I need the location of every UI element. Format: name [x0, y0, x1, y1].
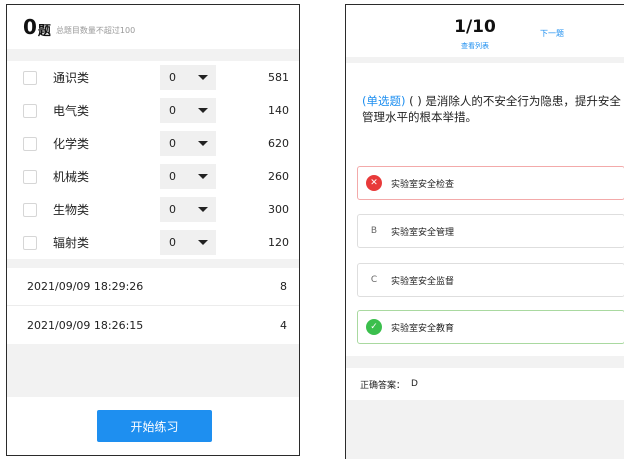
quantity-select[interactable]: 0 — [160, 65, 216, 90]
option-d[interactable]: ✓ 实验室安全教育 — [357, 310, 624, 344]
question-type: (单选题) — [362, 94, 406, 108]
category-total: 581 — [268, 71, 289, 84]
category-checkbox[interactable] — [23, 202, 37, 217]
quantity-select[interactable]: 0 — [160, 131, 216, 156]
option-text: 实验室安全检查 — [391, 179, 455, 190]
quantity-value: 0 — [169, 203, 176, 216]
question-screen: 1/10 查看列表 下一题 (单选题) ( ) 是消除人的不安全行为隐患，提升安… — [345, 4, 624, 459]
category-total: 260 — [268, 170, 289, 183]
history-time: 2021/09/09 18:26:15 — [27, 318, 144, 332]
history-row[interactable]: 2021/09/09 18:29:26 8 — [7, 268, 299, 306]
caret-down-icon — [198, 75, 208, 80]
category-name: 机械类 — [53, 170, 90, 184]
question-count: 0 — [23, 15, 37, 39]
question-count-unit: 题 — [37, 23, 51, 39]
correct-answer-row: 正确答案： D — [346, 368, 624, 400]
history-score: 4 — [280, 318, 287, 332]
category-total: 140 — [268, 104, 289, 117]
category-row: 化学类 0 620 — [7, 127, 299, 160]
option-letter: C — [370, 275, 378, 285]
question-count-header: 0 题 总题目数量不超过100 — [7, 5, 299, 49]
start-practice-button[interactable]: 开始练习 — [97, 410, 212, 442]
option-text: 实验室安全监督 — [391, 276, 455, 287]
history-list: 2021/09/09 18:29:26 8 2021/09/09 18:26:1… — [7, 268, 299, 344]
caret-down-icon — [198, 207, 208, 212]
question-header: 1/10 查看列表 下一题 — [346, 5, 624, 57]
category-name: 生物类 — [53, 203, 90, 217]
quantity-value: 0 — [169, 104, 176, 117]
quantity-select[interactable]: 0 — [160, 164, 216, 189]
quantity-select[interactable]: 0 — [160, 98, 216, 123]
option-a[interactable]: ✕ 实验室安全检查 — [357, 166, 624, 200]
category-name: 辐射类 — [53, 236, 90, 250]
category-checkbox[interactable] — [23, 235, 37, 250]
practice-setup-screen: 0 题 总题目数量不超过100 通识类 0 581 电气类 0 140 化学类 — [6, 4, 300, 456]
option-b[interactable]: B 实验室安全管理 — [357, 214, 624, 248]
close-circle-icon: ✕ — [366, 175, 382, 191]
quantity-value: 0 — [169, 137, 176, 150]
check-circle-icon: ✓ — [366, 319, 382, 335]
category-name: 化学类 — [53, 137, 90, 151]
option-text: 实验室安全管理 — [391, 227, 455, 238]
caret-down-icon — [198, 141, 208, 146]
category-row: 电气类 0 140 — [7, 94, 299, 127]
quantity-select[interactable]: 0 — [160, 197, 216, 222]
next-question-link[interactable]: 下一题 — [540, 28, 564, 39]
quantity-select[interactable]: 0 — [160, 230, 216, 255]
quantity-value: 0 — [169, 236, 176, 249]
category-row: 生物类 0 300 — [7, 193, 299, 226]
category-checkbox[interactable] — [23, 70, 37, 85]
history-row[interactable]: 2021/09/09 18:26:15 4 — [7, 306, 299, 344]
category-total: 300 — [268, 203, 289, 216]
category-total: 620 — [268, 137, 289, 150]
question-body: (单选题) ( ) 是消除人的不安全行为隐患，提升安全管理水平的根本举措。 — [346, 63, 624, 153]
view-list-link[interactable]: 查看列表 — [346, 41, 604, 51]
category-row: 通识类 0 581 — [7, 61, 299, 94]
category-row: 机械类 0 260 — [7, 160, 299, 193]
category-name: 通识类 — [53, 71, 90, 85]
category-name: 电气类 — [53, 104, 90, 118]
caret-down-icon — [198, 174, 208, 179]
history-time: 2021/09/09 18:29:26 — [27, 280, 144, 293]
category-list: 通识类 0 581 电气类 0 140 化学类 0 620 机械类 0 260 … — [7, 61, 299, 259]
quantity-value: 0 — [169, 71, 176, 84]
question-progress: 1/10 — [454, 17, 496, 37]
option-list: ✕ 实验室安全检查 B 实验室安全管理 C 实验室安全监督 ✓ 实验室安全教育 — [346, 153, 624, 356]
category-total: 120 — [268, 236, 289, 249]
option-letter: B — [370, 226, 378, 236]
question-text-block: (单选题) ( ) 是消除人的不安全行为隐患，提升安全管理水平的根本举措。 — [362, 93, 624, 125]
category-checkbox[interactable] — [23, 169, 37, 184]
category-checkbox[interactable] — [23, 136, 37, 151]
option-text: 实验室安全教育 — [391, 323, 455, 334]
caret-down-icon — [198, 108, 208, 113]
category-checkbox[interactable] — [23, 103, 37, 118]
quantity-value: 0 — [169, 170, 176, 183]
option-c[interactable]: C 实验室安全监督 — [357, 263, 624, 297]
question-count-hint: 总题目数量不超过100 — [55, 25, 136, 35]
category-row: 辐射类 0 120 — [7, 226, 299, 259]
bottom-bar: 开始练习 — [7, 397, 299, 455]
correct-answer-value: D — [411, 379, 418, 389]
history-score: 8 — [280, 280, 287, 293]
correct-answer-label: 正确答案： — [360, 380, 406, 391]
caret-down-icon — [198, 240, 208, 245]
